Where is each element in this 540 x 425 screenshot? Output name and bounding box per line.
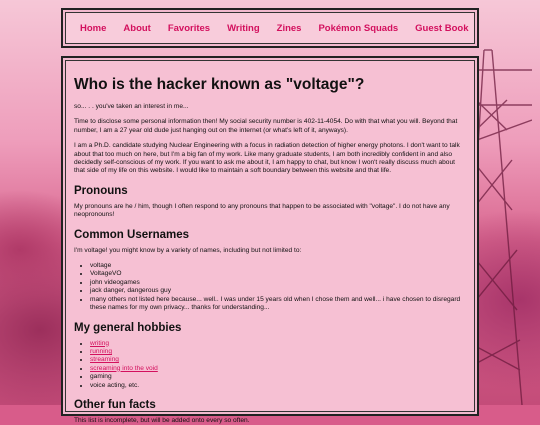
list-item: writing [90, 340, 466, 348]
content-panel: Who is the hacker known as "voltage"? so… [61, 56, 479, 424]
nav-writing-link[interactable]: Writing [227, 23, 260, 34]
intro-text: so... . . you've taken an interest in me… [74, 103, 189, 110]
navigation-inner: Home About Favorites Writing Zines Pokém… [65, 12, 475, 44]
usernames-intro: I'm voltage! you might know by a variety… [74, 246, 302, 254]
usernames-heading: Common Usernames [74, 228, 190, 241]
hobby-streaming-link[interactable]: streaming [90, 356, 119, 363]
hobby-writing-link[interactable]: writing [90, 340, 109, 347]
list-item: jack danger, dangerous guy [90, 287, 466, 295]
list-item: VoltageVO [90, 270, 466, 278]
hobbies-list: writing running streaming screaming into… [74, 340, 466, 390]
pronouns-heading: Pronouns [74, 184, 128, 197]
pronouns-text: My pronouns are he / him, though I often… [74, 202, 450, 219]
list-item: voltage [90, 262, 466, 270]
hobby-screaming-link[interactable]: screaming into the void [90, 365, 158, 372]
list-item: voice acting, etc. [90, 382, 466, 390]
hobbies-heading: My general hobbies [74, 321, 182, 334]
nav-guest-book-link[interactable]: Guest Book [415, 23, 468, 34]
studies-paragraph: I am a Ph.D. candidate studying Nuclear … [74, 142, 460, 175]
list-item: many others not listed here because... w… [90, 296, 466, 313]
list-item: streaming [90, 356, 466, 364]
hobby-running-link[interactable]: running [90, 348, 112, 355]
list-item: screaming into the void [90, 365, 466, 373]
nav-zines-link[interactable]: Zines [277, 23, 302, 34]
nav-favorites-link[interactable]: Favorites [168, 23, 210, 34]
navigation-bar: Home About Favorites Writing Zines Pokém… [61, 8, 479, 48]
fun-facts-text: This list is incomplete, but will be add… [74, 416, 250, 424]
personal-info-paragraph: Time to disclose some personal informati… [74, 118, 458, 134]
nav-pokemon-squads-link[interactable]: Pokémon Squads [318, 23, 398, 34]
nav-home-link[interactable]: Home [80, 23, 106, 34]
list-item: gaming [90, 373, 466, 381]
usernames-list: voltage VoltageVO john videogames jack d… [74, 262, 466, 312]
nav-about-link[interactable]: About [123, 23, 150, 34]
content-inner: Who is the hacker known as "voltage"? so… [65, 60, 475, 424]
list-item: john videogames [90, 279, 466, 287]
page-title: Who is the hacker known as "voltage"? [74, 76, 365, 93]
list-item: running [90, 348, 466, 356]
